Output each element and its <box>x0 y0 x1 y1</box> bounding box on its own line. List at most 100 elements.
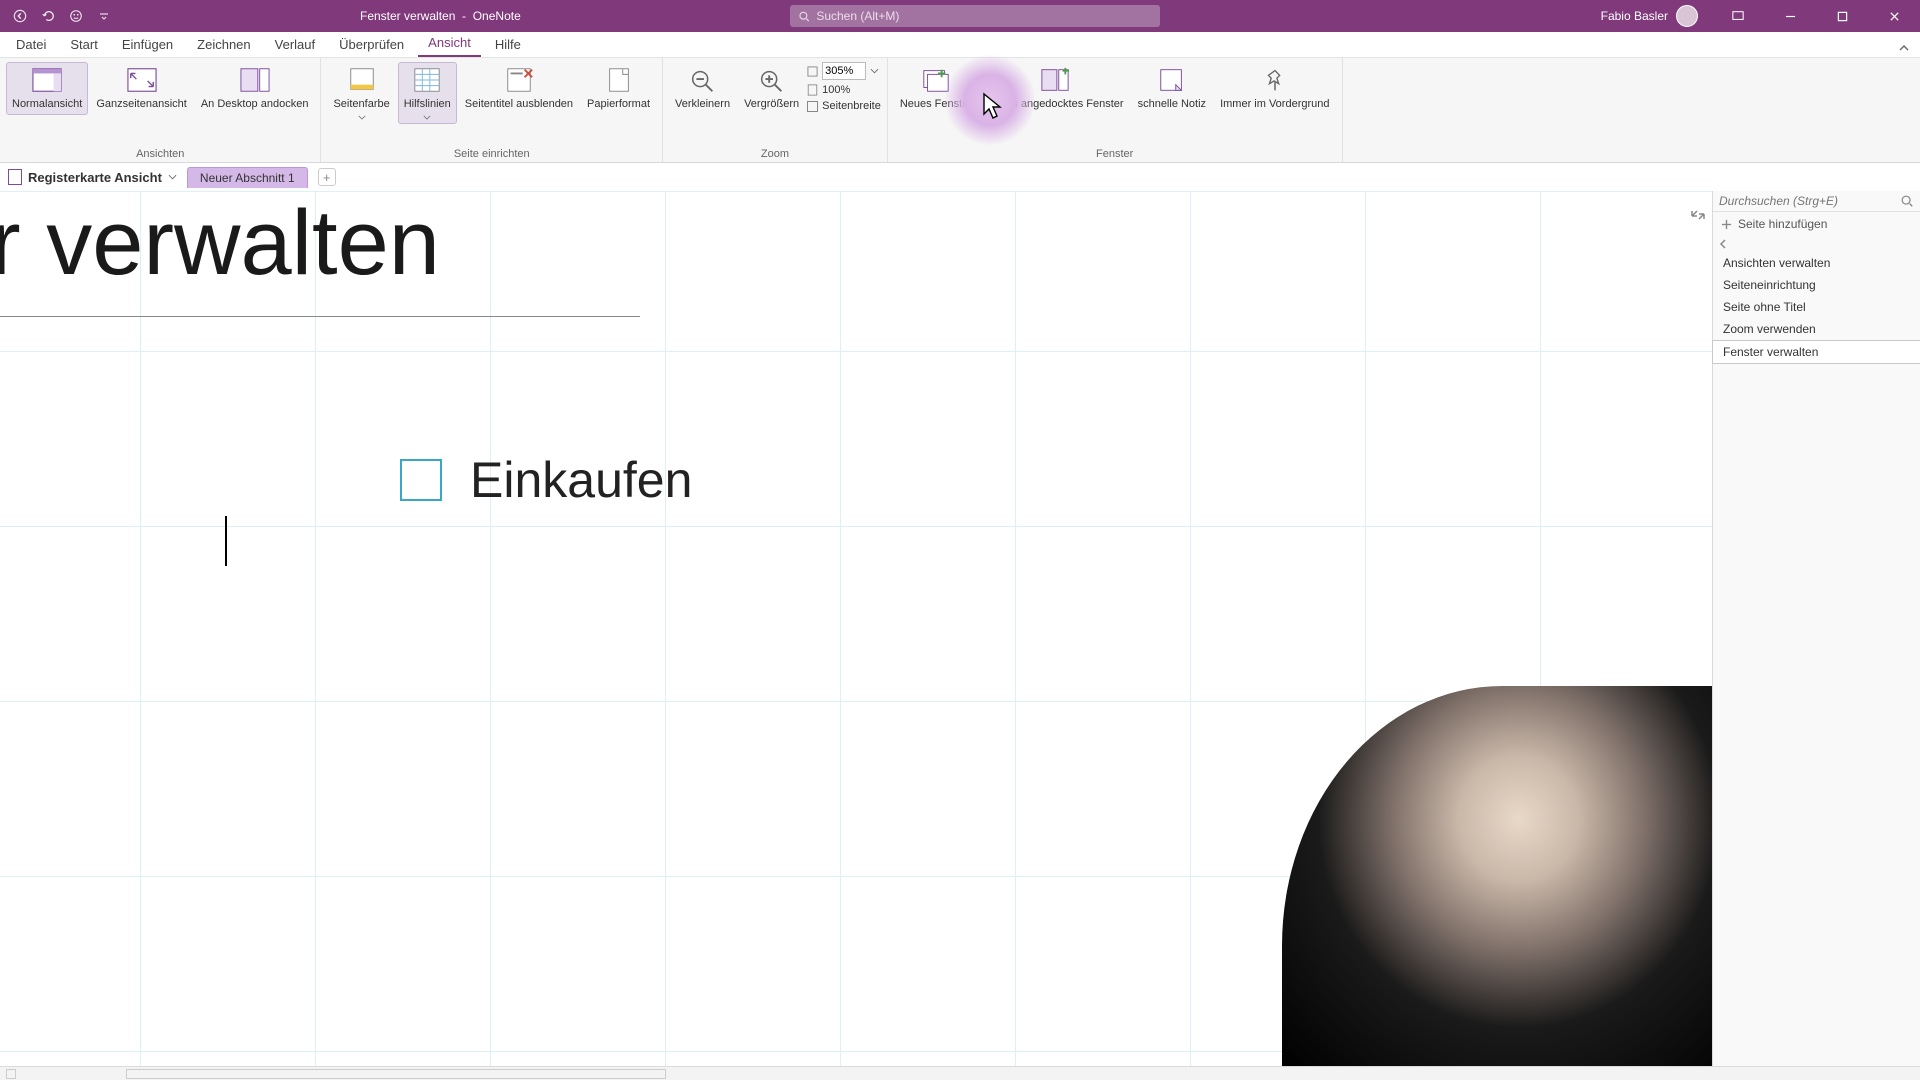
page-item-active[interactable]: Fenster verwalten <box>1712 340 1920 364</box>
todo-text: Einkaufen <box>470 451 692 509</box>
main-area: /*placeholder so browsers don't merge*/ … <box>0 191 1920 1066</box>
tab-datei[interactable]: Datei <box>6 33 56 57</box>
page-title[interactable]: r verwalten <box>0 191 440 296</box>
search-icon <box>798 10 810 23</box>
seitenbreite-button[interactable]: Seitenbreite <box>807 100 881 112</box>
title-bar: Fenster verwalten - OneNote Fabio Basler <box>0 0 1920 32</box>
collapse-panel-icon[interactable] <box>1717 238 1729 250</box>
collapse-ribbon-icon[interactable] <box>1898 42 1910 57</box>
seitentitel-ausblenden-button[interactable]: Seitentitel ausblenden <box>459 62 579 115</box>
notebook-selector[interactable]: Registerkarte Ansicht <box>8 169 177 185</box>
fullpage-view-icon <box>125 66 159 94</box>
page-item[interactable]: Seite ohne Titel <box>1713 296 1920 318</box>
account-button[interactable]: Fabio Basler <box>1601 5 1698 27</box>
new-window-icon <box>919 66 953 94</box>
gridlines-icon <box>410 66 444 94</box>
zoom-100-label: 100% <box>822 84 850 96</box>
add-page-button[interactable]: Seite hinzufügen <box>1713 212 1920 236</box>
hide-title-icon <box>502 66 536 94</box>
zoom-100-button[interactable]: 100% <box>807 84 881 96</box>
back-icon[interactable] <box>10 6 30 26</box>
search-icon[interactable] <box>1900 194 1914 208</box>
avatar <box>1676 5 1698 27</box>
text-caret <box>225 516 227 566</box>
doc-title-text: Fenster verwalten <box>360 9 455 23</box>
note-canvas[interactable]: /*placeholder so browsers don't merge*/ … <box>0 191 1712 1066</box>
tab-einfuegen[interactable]: Einfügen <box>112 33 183 57</box>
window-title: Fenster verwalten - OneNote <box>360 9 521 23</box>
group-label-zoom: Zoom <box>669 146 881 160</box>
page-item[interactable]: Ansichten verwalten <box>1713 252 1920 274</box>
add-page-label: Seite hinzufügen <box>1738 217 1827 231</box>
statusbar-segment <box>6 1069 16 1079</box>
webcam-overlay <box>1282 686 1712 1066</box>
neues-angedocktes-fenster-button[interactable]: Neues angedocktes Fenster <box>980 62 1130 115</box>
quick-note-icon <box>1155 66 1189 94</box>
ganzseitenansicht-button[interactable]: Ganzseitenansicht <box>90 62 193 115</box>
section-tab[interactable]: Neuer Abschnitt 1 <box>187 167 308 188</box>
chevron-down-icon <box>168 174 177 180</box>
page-list-panel: Seite hinzufügen Ansichten verwalten Sei… <box>1712 191 1920 1066</box>
qat-dropdown-icon[interactable] <box>94 6 114 26</box>
vergroessern-label: Vergrößern <box>744 98 799 111</box>
todo-item[interactable]: Einkaufen <box>400 451 692 509</box>
page-color-icon <box>345 66 379 94</box>
todo-checkbox[interactable] <box>400 459 442 501</box>
chevron-down-icon <box>358 115 366 120</box>
hilfslinien-button[interactable]: Hilfslinien <box>398 62 457 124</box>
checkbox-icon <box>807 101 818 112</box>
global-search[interactable] <box>790 5 1160 27</box>
hilfslinien-label: Hilfslinien <box>404 98 451 111</box>
page-item[interactable]: Zoom verwenden <box>1713 318 1920 340</box>
seitenfarbe-button[interactable]: Seitenfarbe <box>327 62 395 124</box>
vordergrund-label: Immer im Vordergrund <box>1220 98 1329 111</box>
ribbon-group-fenster: Neues Fenster Neues angedocktes Fenster … <box>888 58 1343 162</box>
papierformat-button[interactable]: Papierformat <box>581 62 656 115</box>
tab-ansicht[interactable]: Ansicht <box>418 31 481 57</box>
group-label-ansichten: Ansichten <box>6 146 314 160</box>
minimize-button[interactable] <box>1770 0 1810 32</box>
emoji-icon[interactable] <box>66 6 86 26</box>
paper-size-icon <box>602 66 636 94</box>
page-item[interactable]: Seiteneinrichtung <box>1713 274 1920 296</box>
tab-verlauf[interactable]: Verlauf <box>265 33 325 57</box>
plus-icon <box>1721 219 1732 230</box>
ribbon-group-ansichten: Normalansicht Ganzseitenansicht An Deskt… <box>0 58 321 162</box>
normalansicht-button[interactable]: Normalansicht <box>6 62 88 115</box>
ribbon-display-icon[interactable] <box>1718 0 1758 32</box>
immer-im-vordergrund-button[interactable]: Immer im Vordergrund <box>1214 62 1335 115</box>
neues-fenster-label: Neues Fenster <box>900 98 972 111</box>
add-section-button[interactable]: + <box>318 168 336 186</box>
verkleinern-button[interactable]: Verkleinern <box>669 62 736 115</box>
close-button[interactable] <box>1874 0 1914 32</box>
zoom-level-field[interactable] <box>807 62 881 80</box>
dropdown-icon <box>807 66 818 77</box>
schnelle-notiz-button[interactable]: schnelle Notiz <box>1132 62 1212 115</box>
notebook-bar: Registerkarte Ansicht Neuer Abschnitt 1 … <box>0 163 1920 191</box>
schnelle-notiz-label: schnelle Notiz <box>1138 98 1206 111</box>
zoom-value-input[interactable] <box>822 62 866 80</box>
dock-icon <box>238 66 272 94</box>
chevron-down-icon[interactable] <box>870 68 879 74</box>
global-search-input[interactable] <box>816 9 1152 23</box>
page-search-input[interactable] <box>1719 194 1900 208</box>
papierformat-label: Papierformat <box>587 98 650 111</box>
an-desktop-andocken-button[interactable]: An Desktop andocken <box>195 62 315 115</box>
undo-icon[interactable] <box>38 6 58 26</box>
neues-fenster-button[interactable]: Neues Fenster <box>894 62 978 115</box>
tab-start[interactable]: Start <box>60 33 107 57</box>
new-docked-window-icon <box>1038 66 1072 94</box>
chevron-down-icon <box>423 115 431 120</box>
maximize-button[interactable] <box>1822 0 1862 32</box>
statusbar-slider[interactable] <box>126 1069 666 1079</box>
expand-icon[interactable] <box>1690 207 1706 228</box>
ganzseitenansicht-label: Ganzseitenansicht <box>96 98 187 111</box>
ribbon: Normalansicht Ganzseitenansicht An Deskt… <box>0 58 1920 163</box>
zoom-out-icon <box>686 66 720 94</box>
notebook-name-label: Registerkarte Ansicht <box>28 170 162 185</box>
vergroessern-button[interactable]: Vergrößern <box>738 62 805 115</box>
tab-zeichnen[interactable]: Zeichnen <box>187 33 260 57</box>
tab-ueberpruefen[interactable]: Überprüfen <box>329 33 414 57</box>
page-list: Ansichten verwalten Seiteneinrichtung Se… <box>1713 252 1920 364</box>
tab-hilfe[interactable]: Hilfe <box>485 33 531 57</box>
